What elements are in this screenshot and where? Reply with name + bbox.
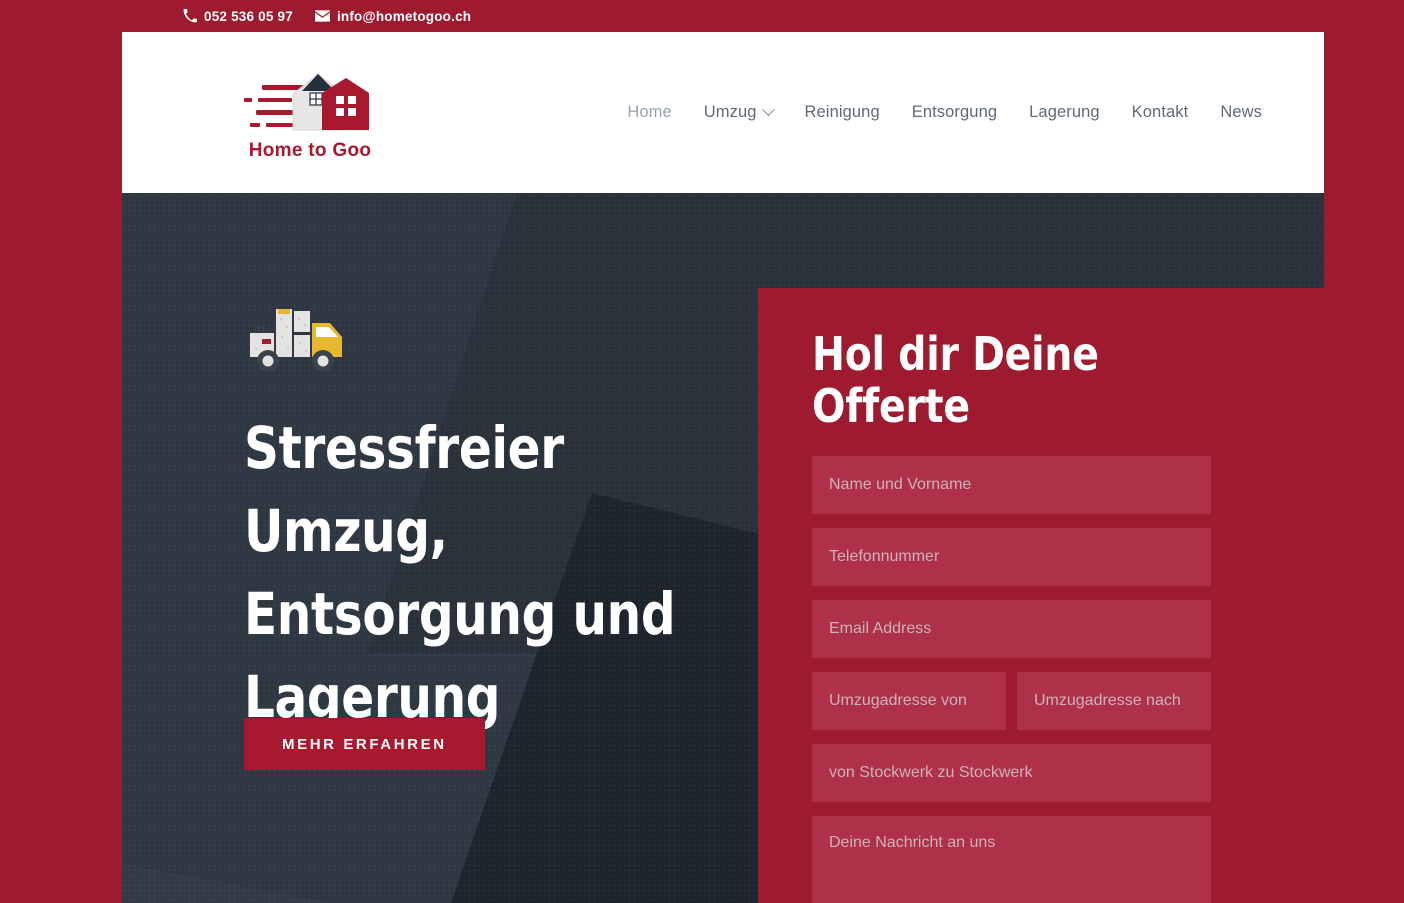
- nav-item-news[interactable]: News: [1204, 103, 1278, 122]
- envelope-icon: [314, 9, 330, 24]
- phone-icon: [182, 9, 197, 24]
- name-input[interactable]: [812, 456, 1211, 514]
- nav-label: Umzug: [703, 103, 757, 121]
- site-logo[interactable]: Home to Goo: [236, 60, 384, 165]
- house-with-speedlines-logo: Home to Goo: [244, 73, 372, 161]
- offer-form-panel: Hol dir Deine Offerte: [758, 288, 1324, 903]
- main-navigation: Home Umzug Reinigung Entsorgung Lagerung…: [611, 32, 1278, 193]
- nav-label: Kontakt: [1131, 103, 1189, 121]
- nav-item-reinigung[interactable]: Reinigung: [789, 103, 896, 122]
- nav-item-lagerung[interactable]: Lagerung: [1013, 103, 1116, 122]
- nav-item-entsorgung[interactable]: Entsorgung: [896, 103, 1013, 122]
- hero-title-line-2: Entsorgung und: [244, 580, 676, 648]
- nav-label: Entsorgung: [911, 103, 998, 121]
- hero-title-line-1: Stressfreier Umzug,: [244, 414, 564, 565]
- phone-number: 052 536 05 97: [204, 8, 293, 24]
- chevron-down-icon: [761, 103, 775, 117]
- moving-truck-icon: [250, 309, 342, 372]
- nav-label: Lagerung: [1029, 103, 1100, 121]
- offer-form-title: Hol dir Deine Offerte: [812, 327, 1099, 433]
- page-root: 052 536 05 97 info@hometogoo.ch Home to …: [0, 0, 1404, 903]
- hero-content: Stressfreier Umzug, Entsorgung und Lager…: [244, 193, 764, 903]
- top-contact-bar: 052 536 05 97 info@hometogoo.ch: [0, 0, 1404, 32]
- nav-label: News: [1220, 103, 1262, 121]
- phone-input[interactable]: [812, 528, 1211, 586]
- nav-label: Reinigung: [804, 103, 880, 121]
- email-link[interactable]: info@hometogoo.ch: [314, 8, 472, 24]
- mehr-erfahren-button[interactable]: MEHR ERFAHREN: [244, 718, 485, 770]
- address-row: [812, 672, 1276, 744]
- offer-form: [812, 456, 1276, 903]
- nav-item-umzug[interactable]: Umzug: [688, 103, 789, 122]
- nav-label: Home: [627, 103, 672, 121]
- address-from-input[interactable]: [812, 672, 1006, 730]
- email-input[interactable]: [812, 600, 1211, 658]
- svg-text:Home to Goo: Home to Goo: [249, 140, 372, 161]
- phone-link[interactable]: 052 536 05 97: [182, 9, 293, 24]
- floors-input[interactable]: [812, 744, 1211, 802]
- address-to-input[interactable]: [1017, 672, 1211, 730]
- site-header: Home to Goo Home Umzug Reinigung Entsorg…: [122, 32, 1324, 193]
- hero-title: Stressfreier Umzug, Entsorgung und Lager…: [244, 407, 709, 739]
- email-address: info@hometogoo.ch: [336, 8, 472, 24]
- message-textarea[interactable]: [812, 816, 1211, 903]
- nav-item-home[interactable]: Home: [611, 103, 687, 122]
- nav-item-kontakt[interactable]: Kontakt: [1116, 103, 1205, 122]
